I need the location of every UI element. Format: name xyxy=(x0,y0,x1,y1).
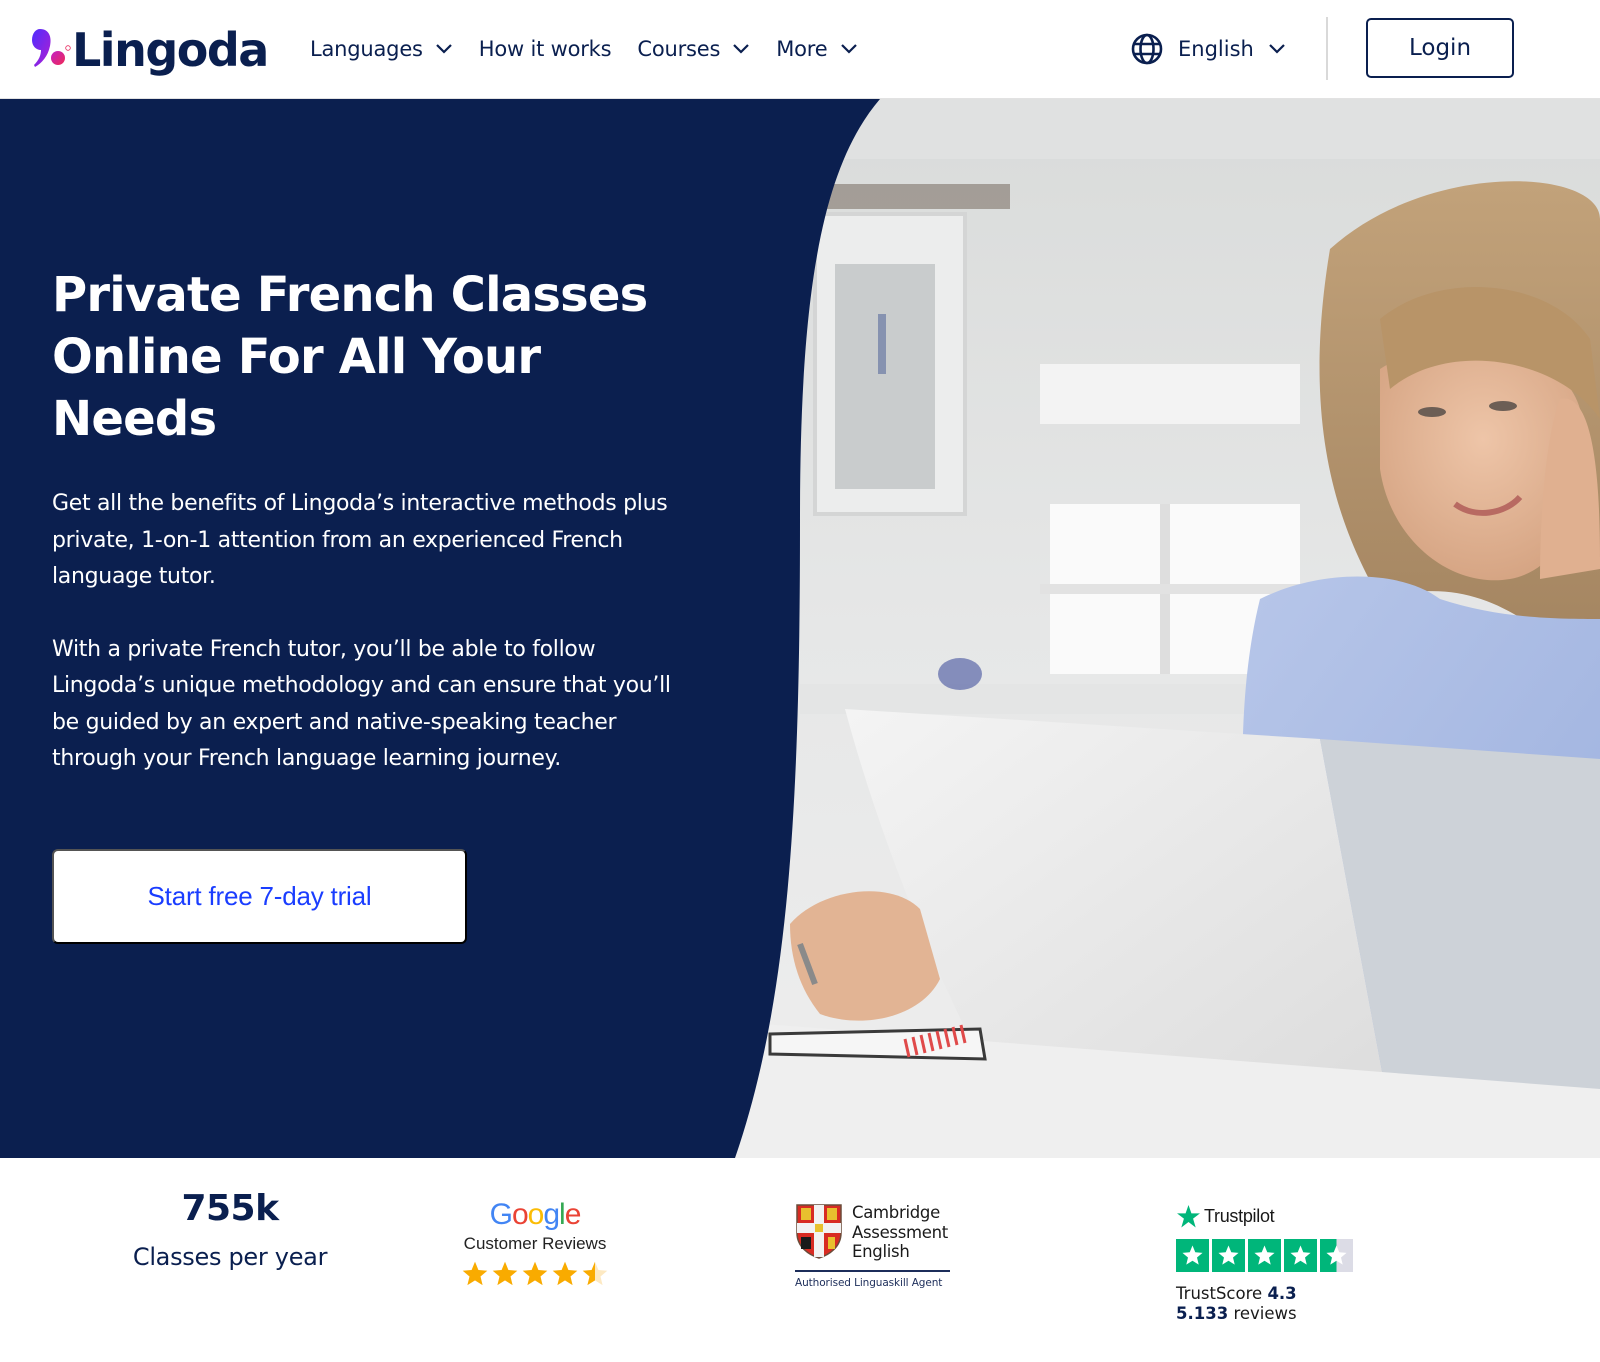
trustpilot-rating-box xyxy=(1284,1239,1317,1272)
star-icon xyxy=(1326,1245,1347,1265)
start-trial-button[interactable]: Start free 7-day trial xyxy=(52,849,467,944)
trustpilot-badge[interactable]: Trustpilot TrustScore 4.3 5.133 reviews xyxy=(1176,1204,1376,1324)
hero-paragraph-1: Get all the benefits of Lingoda’s intera… xyxy=(52,491,668,589)
classes-stat: 755k Classes per year xyxy=(120,1188,340,1271)
star-icon xyxy=(1290,1245,1311,1265)
star-icon xyxy=(1182,1245,1203,1265)
hero-section: Private French Classes Online For All Yo… xyxy=(0,99,1600,1158)
cambridge-name: Cambridge Assessment English xyxy=(852,1203,948,1262)
google-rating-stars xyxy=(450,1260,620,1288)
site-header: Lingoda Languages How it works Courses M… xyxy=(0,0,1600,99)
trustscore-value: 4.3 xyxy=(1267,1284,1297,1303)
chevron-down-icon xyxy=(733,44,750,54)
reviews-count: 5.133 xyxy=(1176,1304,1229,1323)
globe-icon xyxy=(1131,33,1163,65)
trustpilot-wordmark: Trustpilot xyxy=(1204,1206,1275,1226)
star-icon xyxy=(1218,1245,1239,1265)
header-divider xyxy=(1326,17,1328,80)
stat-label: Classes per year xyxy=(132,1243,328,1271)
google-star-icon xyxy=(462,1261,488,1286)
nav-more[interactable]: More xyxy=(776,37,857,61)
trustscore: TrustScore 4.3 xyxy=(1176,1284,1376,1304)
nav-languages-label: Languages xyxy=(310,37,423,61)
cambridge-shield-icon xyxy=(796,1204,842,1259)
trustpilot-reviews: 5.133 reviews xyxy=(1176,1304,1376,1324)
reviews-label: reviews xyxy=(1233,1304,1297,1323)
language-selector[interactable]: English xyxy=(1131,30,1286,68)
google-star-icon xyxy=(582,1261,608,1286)
nav-courses[interactable]: Courses xyxy=(637,37,750,61)
cambridge-name-line: English xyxy=(852,1242,910,1261)
cambridge-badge: Cambridge Assessment English Authorised … xyxy=(795,1203,955,1289)
google-star-icon xyxy=(492,1261,518,1286)
trustpilot-rating-box xyxy=(1248,1239,1281,1272)
google-subtitle: Customer Reviews xyxy=(463,1234,607,1253)
cambridge-name-line: Assessment xyxy=(852,1222,948,1242)
star-icon xyxy=(1254,1245,1275,1265)
nav-courses-label: Courses xyxy=(637,37,721,61)
cambridge-subtitle: Authorised Linguaskill Agent xyxy=(795,1276,943,1289)
google-reviews-badge[interactable]: Google Customer Reviews xyxy=(450,1200,620,1288)
cambridge-divider xyxy=(795,1269,950,1272)
logo-wordmark: Lingoda xyxy=(72,23,269,77)
lingoda-logo[interactable]: Lingoda xyxy=(30,20,269,80)
trust-bar: 755k Classes per year Google Customer Re… xyxy=(0,1158,1600,1362)
trustpilot-rating-box xyxy=(1176,1239,1209,1272)
google-star-icon xyxy=(552,1261,578,1286)
trustpilot-star-icon xyxy=(1177,1205,1200,1228)
google-letter: G xyxy=(489,1198,513,1231)
cambridge-name-line: Cambridge xyxy=(852,1203,940,1222)
trustpilot-rating-box xyxy=(1320,1239,1353,1272)
chevron-down-icon xyxy=(1269,44,1285,54)
google-logo: Google xyxy=(450,1200,620,1230)
logo-mark-icon xyxy=(32,29,71,67)
google-letter: e xyxy=(564,1198,582,1231)
trustpilot-rating-box xyxy=(1212,1239,1245,1272)
hero-title: Private French Classes Online For All Yo… xyxy=(52,267,648,447)
nav-how-it-works-label: How it works xyxy=(478,37,612,61)
google-star-icon xyxy=(522,1261,548,1286)
hero-content: Private French Classes Online For All Yo… xyxy=(52,264,672,778)
login-button[interactable]: Login xyxy=(1366,18,1514,78)
chevron-down-icon xyxy=(436,44,452,54)
google-letter: g xyxy=(543,1198,560,1231)
nav-languages[interactable]: Languages xyxy=(310,37,453,61)
language-label: English xyxy=(1178,37,1254,61)
chevron-down-icon xyxy=(840,44,857,54)
main-nav: Languages How it works Courses More xyxy=(310,30,884,68)
google-letter: o xyxy=(511,1198,529,1231)
trustscore-label: TrustScore xyxy=(1176,1284,1263,1303)
hero-paragraph-2: With a private French tutor, you’ll be a… xyxy=(52,636,671,772)
nav-how-it-works[interactable]: How it works xyxy=(479,37,612,61)
trustpilot-rating-stars xyxy=(1176,1239,1376,1272)
stat-value: 755k xyxy=(181,1188,279,1229)
google-letter: o xyxy=(527,1198,545,1231)
nav-more-label: More xyxy=(776,37,828,61)
